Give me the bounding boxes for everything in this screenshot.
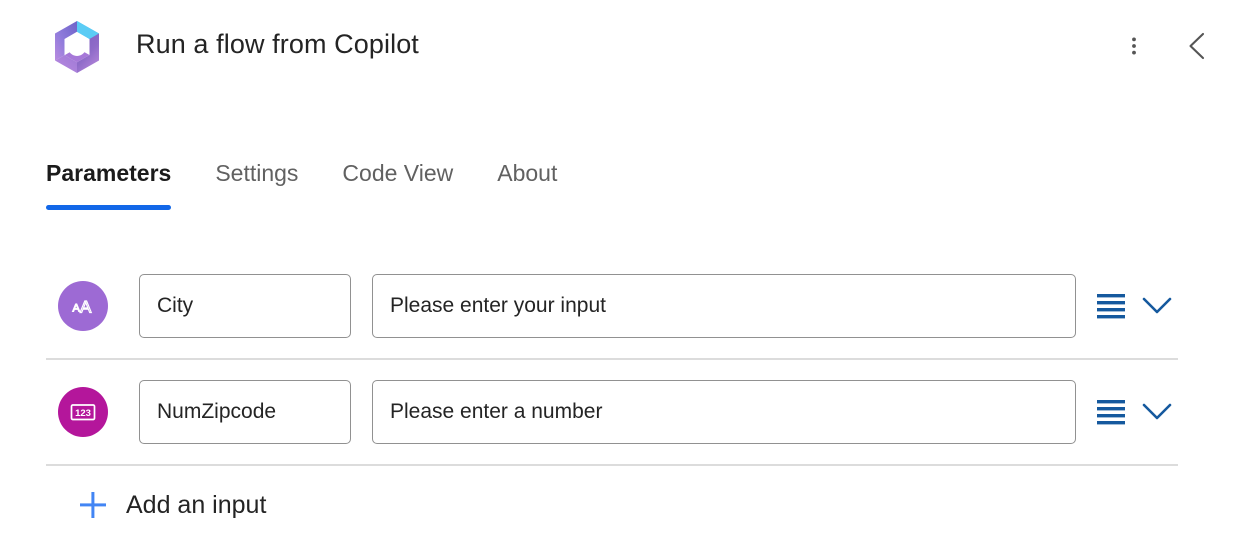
chevron-down-icon[interactable] (1136, 392, 1178, 432)
tab-settings[interactable]: Settings (215, 158, 298, 210)
chevron-left-icon[interactable] (1174, 22, 1222, 70)
tab-parameters[interactable]: Parameters (46, 158, 172, 210)
parameter-name-input[interactable] (139, 380, 351, 444)
parameter-value-input[interactable] (372, 274, 1076, 338)
number-icon: 123 (58, 387, 108, 437)
tab-code-view[interactable]: Code View (342, 158, 453, 210)
plus-icon (78, 490, 108, 520)
tab-about[interactable]: About (497, 158, 557, 210)
row-actions (1094, 286, 1178, 326)
page-title: Run a flow from Copilot (136, 29, 419, 59)
header-actions (1110, 22, 1234, 70)
app-header: Run a flow from Copilot (0, 0, 1234, 96)
table-row: A A (46, 254, 1178, 360)
add-input-label: Add an input (126, 490, 267, 519)
chevron-down-icon[interactable] (1136, 286, 1178, 326)
tab-bar: Parameters Settings Code View About (46, 158, 557, 210)
microsoft-copilot-logo (48, 18, 106, 76)
parameter-value-input[interactable] (372, 380, 1076, 444)
svg-text:123: 123 (75, 408, 91, 419)
list-lines-icon[interactable] (1094, 286, 1128, 326)
add-input-button[interactable]: Add an input (78, 490, 266, 520)
text-format-icon: A A (58, 281, 108, 331)
parameter-name-input[interactable] (139, 274, 351, 338)
more-vertical-icon[interactable] (1110, 22, 1158, 70)
parameter-list: A A City Please enter your input 123 Num… (46, 254, 1178, 466)
row-actions (1094, 392, 1178, 432)
table-row: 123 (46, 360, 1178, 466)
list-lines-icon[interactable] (1094, 392, 1128, 432)
svg-text:A: A (80, 298, 92, 317)
